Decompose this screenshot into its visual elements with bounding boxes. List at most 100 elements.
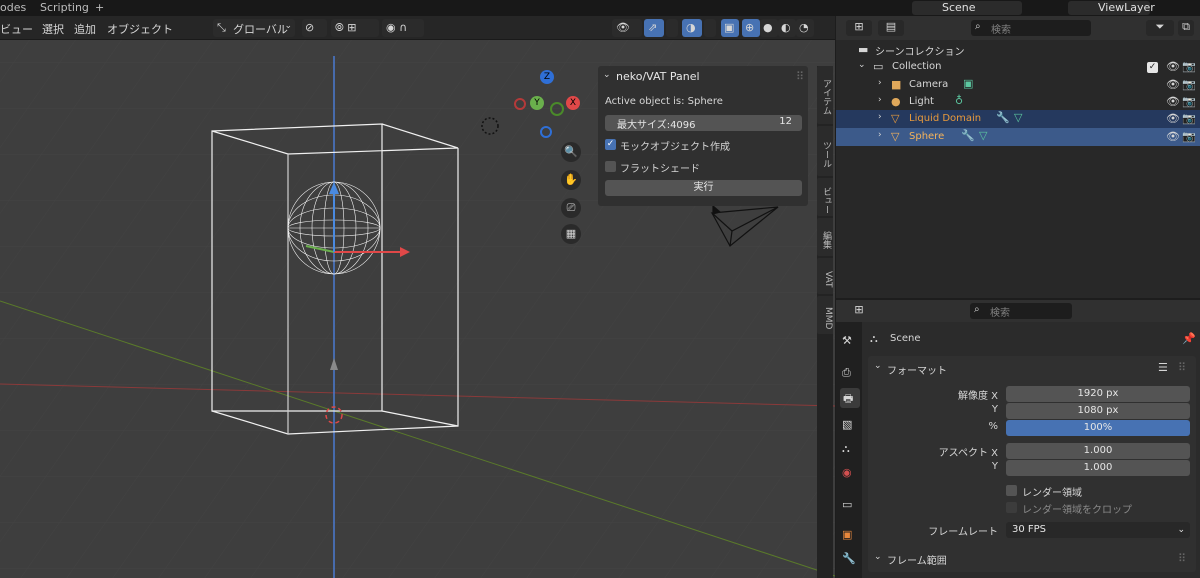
shading-solid[interactable]: ● [760, 19, 778, 37]
eye-icon[interactable]: 👁 [1166, 60, 1180, 73]
properties-search-input[interactable]: ⌕ 検索 [970, 303, 1072, 319]
expand-chevron-icon[interactable]: › [878, 112, 882, 122]
zoom-icon[interactable]: 🔍 [561, 142, 581, 162]
eye-icon[interactable]: 👁 [1166, 78, 1180, 91]
shading-material[interactable]: ◐ [778, 19, 796, 37]
render-camera-icon[interactable]: 📷 [1182, 95, 1196, 108]
outliner-row-sphere[interactable]: › ▽ Sphere 🔧 ▽ 👁 📷 [836, 128, 1200, 146]
tab-tool[interactable]: ツール [817, 126, 833, 176]
navigation-gizmo[interactable]: Z Y X [512, 68, 582, 138]
modifier-tab-icon[interactable]: 🔧 [842, 552, 856, 565]
render-camera-icon[interactable]: 📷 [1182, 78, 1196, 91]
camera-view-icon[interactable]: ⎚ [561, 198, 581, 218]
outliner-row-camera[interactable]: › ■ Camera ▣ 👁 📷 [836, 76, 1200, 94]
tool-tab-icon[interactable]: ⚒ [842, 334, 852, 347]
shading-wireframe[interactable]: ⊕ [742, 19, 760, 37]
collection-tab-icon[interactable]: ▭ [842, 498, 852, 511]
world-tab-icon[interactable]: ◉ [842, 466, 852, 479]
tab-view[interactable]: ビュー [817, 178, 833, 216]
gizmo-x-ball[interactable]: X [566, 96, 580, 110]
overlay-dropdown[interactable] [704, 19, 716, 37]
gizmo-y-ball[interactable]: Y [530, 96, 544, 110]
eye-icon[interactable]: 👁 [1166, 112, 1180, 125]
add-workspace-button[interactable]: + [95, 1, 104, 14]
menu-view[interactable]: ビュー [0, 21, 33, 37]
exclude-checkbox[interactable]: ✓ [1147, 62, 1158, 73]
workspace-tab-scripting[interactable]: Scripting [40, 1, 89, 14]
pivot-dropdown[interactable]: ⊘ [302, 19, 327, 37]
display-mode-icon[interactable]: ▤ [878, 20, 904, 36]
gizmo-z-ball[interactable]: Z [540, 70, 554, 84]
eye-icon[interactable]: 👁 [1166, 130, 1180, 143]
object-tab-icon[interactable]: ▣ [842, 528, 852, 541]
overlay-toggle[interactable]: ◑ [682, 19, 702, 37]
render-camera-icon[interactable]: 📷 [1182, 130, 1196, 143]
tab-edit[interactable]: 編集 [817, 218, 833, 256]
res-x-field[interactable]: 1920 px [1006, 386, 1190, 402]
pan-hand-icon[interactable]: ✋ [561, 170, 581, 190]
grid-view-icon[interactable]: ▦ [561, 224, 581, 244]
res-pct-slider[interactable]: 100% [1006, 420, 1190, 436]
outliner-root[interactable]: ▬ シーンコレクション [836, 41, 1200, 59]
outliner-row-liquid-domain[interactable]: › ▽ Liquid Domain 🔧 ▽ 👁 📷 [836, 110, 1200, 128]
render-tab-icon[interactable]: ⎙ [842, 366, 851, 380]
collapse-chevron-icon[interactable]: ⌄ [603, 70, 611, 80]
outliner-row-light[interactable]: › ● Light ♁ 👁 📷 [836, 93, 1200, 111]
res-y-field[interactable]: 1080 px [1006, 403, 1190, 419]
gizmo-neg-y-ball[interactable] [550, 102, 564, 116]
aspect-y-field[interactable]: 1.000 [1006, 460, 1190, 476]
mock-object-checkbox[interactable]: ✓ [605, 139, 616, 150]
gizmo-neg-x-ball[interactable] [514, 98, 526, 110]
drag-handle-icon[interactable]: ⠿ [1178, 361, 1186, 374]
collapse-chevron-icon[interactable]: ⌄ [874, 552, 882, 562]
tab-mmd[interactable]: MMD [817, 296, 833, 334]
flat-shade-checkbox[interactable] [605, 161, 616, 172]
render-region-checkbox[interactable] [1006, 485, 1017, 496]
gizmo-neg-z-ball[interactable] [540, 126, 552, 138]
presets-list-icon[interactable]: ☰ [1158, 361, 1168, 374]
shading-rendered[interactable]: ◔ [796, 19, 814, 37]
xray-toggle[interactable]: ▣ [721, 19, 739, 37]
new-collection-icon[interactable]: ⧉ [1178, 20, 1194, 36]
scene-tab-icon[interactable]: ⛬ [842, 442, 850, 456]
menu-object[interactable]: オブジェクト [107, 21, 173, 37]
snap-controls[interactable]: ⦾ ⊞ [331, 19, 379, 37]
menu-add[interactable]: 追加 [74, 21, 96, 37]
tab-vat[interactable]: VAT [817, 258, 833, 294]
drag-handle-icon[interactable]: ⠿ [796, 70, 804, 83]
drag-handle-icon[interactable]: ⠿ [1178, 552, 1186, 565]
viewlayer-selector[interactable]: ViewLayer [1068, 1, 1155, 15]
outliner-search-input[interactable]: ⌕ 検索 [971, 20, 1091, 36]
editor-type-icon[interactable]: ⊞ [846, 20, 872, 36]
render-camera-icon[interactable]: 📷 [1182, 60, 1196, 73]
gizmo-dropdown[interactable] [666, 19, 678, 37]
expand-chevron-icon[interactable]: › [878, 130, 882, 140]
editor-type-icon[interactable]: ⊞ [846, 303, 872, 319]
menu-select[interactable]: 選択 [42, 21, 64, 37]
eye-icon[interactable]: 👁 [1166, 95, 1180, 108]
scene-selector[interactable]: Scene [912, 1, 1022, 15]
outliner-row-collection[interactable]: ⌄ ▭ Collection ✓ 👁 📷 [836, 58, 1200, 76]
expand-chevron-icon[interactable]: › [878, 78, 882, 88]
collapse-chevron-icon[interactable]: ⌄ [874, 361, 882, 371]
proportional-edit[interactable]: ◉ ∩ [382, 19, 424, 37]
expand-chevron-icon[interactable]: ⌄ [858, 60, 866, 70]
aspect-x-field[interactable]: 1.000 [1006, 443, 1190, 459]
render-camera-icon[interactable]: 📷 [1182, 112, 1196, 125]
tab-item[interactable]: アイテム [817, 66, 833, 124]
max-size-field[interactable]: 最大サイズ:4096 12 [605, 115, 802, 131]
gizmo-toggle[interactable]: ⇗ [644, 19, 664, 37]
expand-chevron-icon[interactable]: › [878, 95, 882, 105]
transform-orientation-dropdown[interactable]: ⤡ グローバル ⌄ [213, 19, 295, 37]
filter-icon[interactable]: ⏷ [1146, 20, 1174, 36]
crop-region-checkbox[interactable] [1006, 502, 1017, 513]
visibility-dropdown[interactable]: 👁 [612, 19, 642, 37]
frame-range-panel[interactable]: ⌄ フレーム範囲 ⠿ [868, 550, 1196, 572]
3d-viewport[interactable]: ビュー 選択 追加 オブジェクト ⤡ グローバル ⌄ ⊘ ⦾ ⊞ ◉ ∩ 👁 ⇗… [0, 16, 835, 578]
output-tab-icon[interactable]: 🖶 [840, 388, 860, 408]
view-layer-tab-icon[interactable]: ▧ [842, 418, 852, 431]
pin-icon[interactable]: 📌 [1182, 332, 1196, 345]
workspace-tab-modes[interactable]: odes [0, 1, 26, 14]
run-button[interactable]: 実行 [605, 180, 802, 196]
framerate-dropdown[interactable]: 30 FPS ⌄ [1006, 522, 1190, 538]
